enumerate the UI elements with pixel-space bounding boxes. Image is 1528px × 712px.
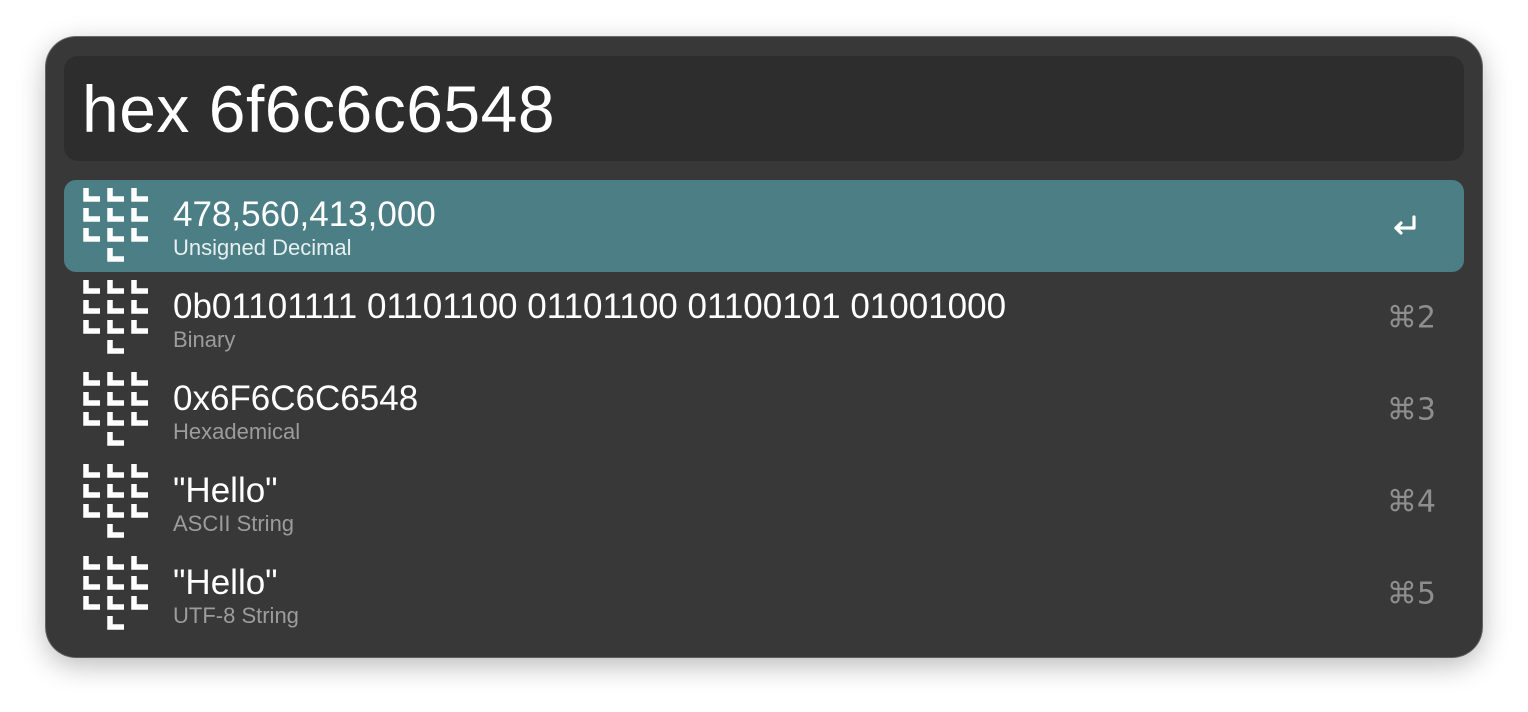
result-subtitle: Binary <box>173 327 236 352</box>
result-item-hexadecimal[interactable]: 0x6F6C6C6548 Hexademical ⌘3 <box>64 364 1464 456</box>
shortcut-label: ⌘4 <box>1386 484 1436 520</box>
shortcut-label: ⌘2 <box>1386 300 1436 336</box>
shortcut-label: ⌘5 <box>1386 576 1436 612</box>
result-title: 478,560,413,000 <box>173 195 436 234</box>
results-list: 478,560,413,000 Unsigned Decimal 0b01101… <box>64 180 1464 640</box>
result-item-binary[interactable]: 0b01101111 01101100 01101100 01100101 01… <box>64 272 1464 364</box>
calculator-grid-icon <box>83 280 148 354</box>
result-item-ascii-string[interactable]: "Hello" ASCII String ⌘4 <box>64 456 1464 548</box>
return-key-icon <box>1394 215 1416 235</box>
result-subtitle: Unsigned Decimal <box>173 235 352 260</box>
result-title: 0x6F6C6C6548 <box>173 379 419 418</box>
search-input[interactable]: hex 6f6c6c6548 <box>82 71 555 147</box>
calculator-grid-icon <box>83 188 148 262</box>
result-title: "Hello" <box>173 471 278 510</box>
result-item-unsigned-decimal[interactable]: 478,560,413,000 Unsigned Decimal <box>64 180 1464 272</box>
result-subtitle: ASCII String <box>173 511 295 536</box>
result-title: 0b01101111 01101100 01101100 01100101 01… <box>173 287 1007 326</box>
calculator-grid-icon <box>83 556 148 630</box>
result-title: "Hello" <box>173 563 278 602</box>
result-item-utf8-string[interactable]: "Hello" UTF-8 String ⌘5 <box>64 548 1464 640</box>
calculator-grid-icon <box>83 372 148 446</box>
search-field[interactable]: hex 6f6c6c6548 <box>64 56 1464 161</box>
shortcut-label: ⌘3 <box>1386 392 1436 428</box>
result-subtitle: Hexademical <box>173 419 301 444</box>
launcher-window: hex 6f6c6c6548 478,560,413,000 Unsigned … <box>46 37 1482 657</box>
result-subtitle: UTF-8 String <box>173 603 299 628</box>
calculator-grid-icon <box>83 464 148 538</box>
